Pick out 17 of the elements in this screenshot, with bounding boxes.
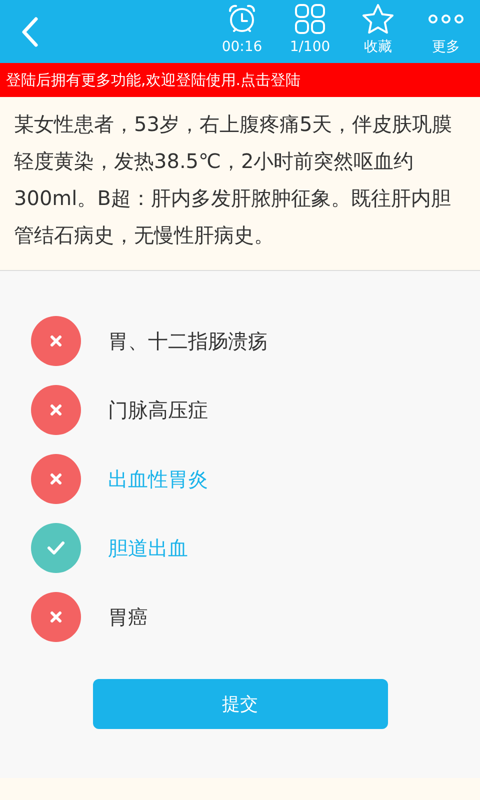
- question-text: 某女性患者，53岁，右上腹疼痛5天，伴皮肤巩膜轻度黄染，发热38.5℃，2小时前突然呕血约300ml。B超：肝内多发肝脓肿征象。既往肝内胆管结石病史，无慢性肝病史。: [14, 111, 454, 249]
- toolbar-button[interactable]: 00:16: [208, 0, 276, 63]
- toolbar-button[interactable]: 1/100: [276, 0, 344, 63]
- alarm-clock-icon: [226, 3, 258, 35]
- login-banner[interactable]: 登陆后拥有更多功能,欢迎登陆使用.点击登陆: [0, 63, 480, 97]
- answer-option[interactable]: 门脉高压症: [0, 375, 480, 444]
- star-icon: [361, 3, 395, 35]
- answer-option[interactable]: 胆道出血: [0, 513, 480, 582]
- toolbar-button[interactable]: 更多: [412, 0, 480, 63]
- more-icon: [428, 14, 464, 24]
- back-icon: [21, 16, 39, 48]
- submit-button[interactable]: 提交: [92, 679, 388, 729]
- grid-icon: [294, 3, 326, 35]
- answer-option[interactable]: 胃、十二指肠溃疡: [0, 306, 480, 375]
- toolbar-button[interactable]: 收藏: [344, 0, 412, 63]
- answer-option[interactable]: 出血性胃炎: [0, 444, 480, 513]
- answer-option[interactable]: 胃癌: [0, 582, 480, 651]
